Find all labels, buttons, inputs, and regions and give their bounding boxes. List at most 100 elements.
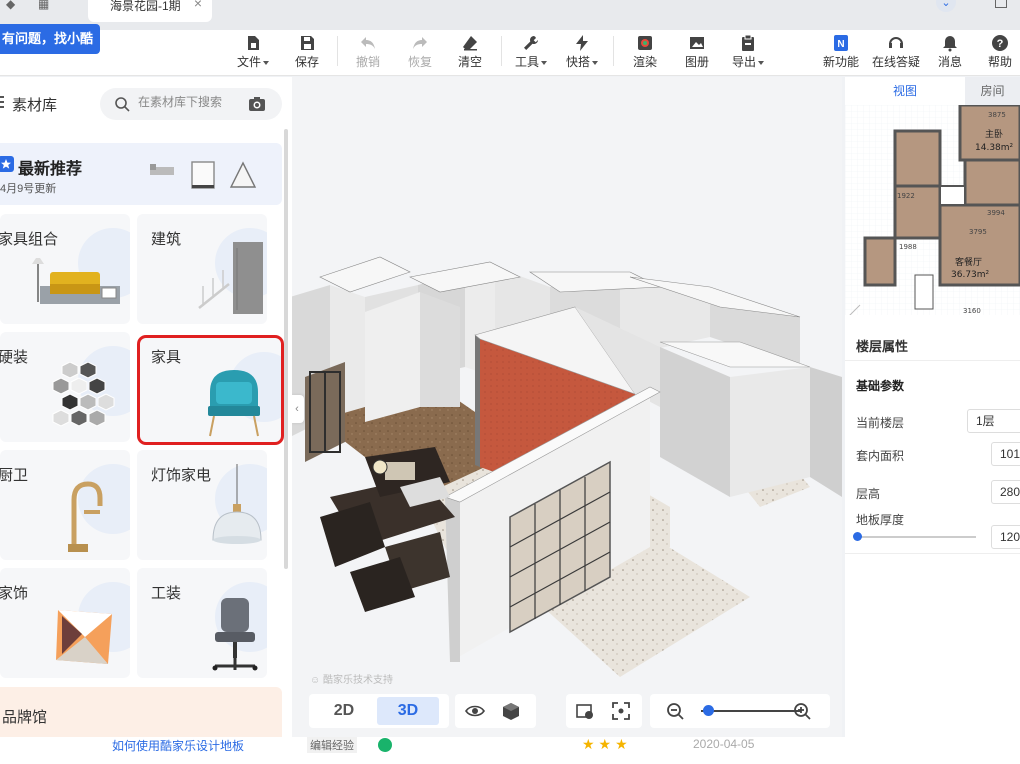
zoom-in-icon[interactable] bbox=[792, 701, 812, 721]
close-icon[interactable]: × bbox=[194, 0, 202, 10]
current-floor-label: 当前楼层 bbox=[856, 416, 905, 430]
window-icon[interactable] bbox=[995, 0, 1007, 8]
search-icon[interactable] bbox=[114, 96, 130, 112]
camera-settings-icon[interactable] bbox=[575, 701, 595, 721]
mode-2d-button[interactable]: 2D bbox=[313, 697, 375, 725]
category-kitchen-bath[interactable]: 厨卫 bbox=[0, 450, 130, 560]
question-icon: ? bbox=[992, 35, 1008, 51]
3d-viewport[interactable]: ☺ 酷家乐技术支持 ‹ bbox=[290, 77, 842, 737]
category-home-decor[interactable]: 家饰 bbox=[0, 568, 130, 678]
new-feature-label: 新功能 bbox=[822, 55, 859, 69]
thickness-field[interactable]: 120 bbox=[991, 525, 1020, 549]
menu-icon[interactable] bbox=[0, 96, 4, 108]
camera-icon[interactable] bbox=[248, 96, 266, 112]
armchair-icon bbox=[208, 370, 260, 437]
help-label: 帮助 bbox=[987, 55, 1012, 69]
current-floor-select[interactable]: 1层 bbox=[967, 409, 1020, 433]
cube-icon[interactable] bbox=[501, 701, 521, 721]
door-stairs-icon bbox=[198, 242, 263, 314]
help-banner[interactable]: 有问题，找小酷 bbox=[0, 24, 100, 54]
article-tag: 编辑经验 bbox=[307, 737, 357, 753]
eye-icon[interactable] bbox=[465, 701, 485, 721]
library-header: 素材库 bbox=[0, 77, 292, 129]
rating-stars: ★★★ bbox=[582, 736, 632, 752]
star-badge-icon bbox=[0, 156, 14, 172]
recommend-card[interactable]: 最新推荐 4月9号更新 bbox=[0, 143, 282, 205]
floor-props-header: 楼层属性 bbox=[845, 327, 1020, 361]
frame-thumb-icon bbox=[191, 161, 215, 189]
chevron-down-icon[interactable]: ⌄ bbox=[936, 0, 956, 12]
shortcut-label: 快搭 bbox=[565, 55, 590, 69]
zoom-slider-track[interactable] bbox=[701, 710, 801, 712]
tab-view[interactable]: 视图 bbox=[865, 77, 945, 105]
3d-floorplan-render bbox=[290, 256, 842, 677]
view-mode-toggle: 2D 3D bbox=[309, 694, 449, 728]
online-help-label: 在线答疑 bbox=[871, 55, 920, 69]
category-furniture-set[interactable]: 家具组合 bbox=[0, 214, 130, 324]
collapse-panel-handle[interactable]: ‹ bbox=[290, 395, 304, 423]
image-icon bbox=[690, 37, 704, 49]
area-field[interactable]: 101 bbox=[991, 442, 1020, 466]
zoom-slider-knob[interactable] bbox=[703, 705, 714, 716]
category-commercial[interactable]: 工装 bbox=[137, 568, 267, 678]
clear-button[interactable]: 清空 bbox=[446, 32, 494, 70]
grid-icon[interactable]: ▦ bbox=[38, 0, 49, 11]
undo-icon bbox=[361, 37, 375, 49]
new-feature-button[interactable]: N 新功能 bbox=[817, 32, 865, 70]
redo-label: 恢复 bbox=[407, 55, 432, 69]
library-scrollbar[interactable] bbox=[284, 129, 288, 569]
article-link[interactable]: 如何使用酷家乐设计地板 bbox=[112, 737, 244, 754]
category-lighting-appliance[interactable]: 灯饰家电 bbox=[137, 450, 267, 560]
tools-button[interactable]: 工具 bbox=[507, 32, 555, 70]
clear-label: 清空 bbox=[457, 55, 482, 69]
brand-hall[interactable]: 品牌馆 bbox=[0, 687, 282, 743]
recommend-date: 4月9号更新 bbox=[0, 183, 57, 195]
fit-screen-icon[interactable] bbox=[611, 701, 631, 721]
height-field[interactable]: 280 bbox=[991, 480, 1020, 504]
help-button[interactable]: ? 帮助 bbox=[976, 32, 1020, 70]
floorplan-minimap[interactable]: 主卧 14.38m² 客餐厅 36.73m² 3875 1922 3994 19… bbox=[845, 105, 1020, 315]
online-help-button[interactable]: 在线答疑 bbox=[868, 32, 924, 70]
category-label: 家具 bbox=[151, 349, 182, 366]
undo-label: 撤销 bbox=[355, 55, 380, 69]
render-button[interactable]: 渲染 bbox=[621, 32, 669, 70]
right-panel: 视图 房间 主卧 14.38m² 客餐厅 36.73m² 3875 1922 3… bbox=[845, 77, 1020, 737]
tab-room[interactable]: 房间 bbox=[965, 77, 1020, 105]
verified-icon bbox=[378, 738, 392, 752]
cone-thumb-icon bbox=[229, 161, 257, 188]
category-hard-decor[interactable]: 硬装 bbox=[0, 332, 130, 442]
wrench-icon bbox=[524, 36, 538, 50]
category-label: 硬装 bbox=[0, 349, 29, 366]
browser-tab[interactable]: 海景花园-1期 × bbox=[88, 0, 212, 22]
messages-button[interactable]: 消息 bbox=[926, 32, 974, 70]
thickness-slider-knob[interactable] bbox=[853, 532, 862, 541]
file-button[interactable]: 文件 bbox=[229, 32, 277, 70]
office-chair-icon bbox=[212, 598, 258, 671]
library-search[interactable] bbox=[100, 88, 282, 120]
main-toolbar: 文件 保存 撤销 恢复 清空 工具 快搭 渲染 图册 导出 N 新功能 在线答疑… bbox=[0, 30, 1020, 76]
redo-button[interactable]: 恢复 bbox=[396, 32, 444, 70]
material-library-panel: 素材库 最新推荐 4月9号更新 家具组合 建筑 硬装 bbox=[0, 77, 292, 743]
svg-text:N: N bbox=[837, 39, 844, 50]
svg-text:?: ? bbox=[997, 38, 1004, 50]
shortcut-button[interactable]: 快搭 bbox=[558, 32, 606, 70]
thickness-slider-track[interactable] bbox=[856, 536, 976, 538]
room1-name: 主卧 bbox=[985, 128, 1003, 140]
export-button[interactable]: 导出 bbox=[724, 32, 772, 70]
undo-button[interactable]: 撤销 bbox=[344, 32, 392, 70]
tab-title: 海景花园-1期 bbox=[110, 0, 181, 13]
sofa-thumb-icon bbox=[150, 164, 174, 175]
zoom-out-icon[interactable] bbox=[665, 701, 685, 721]
sofa-icon bbox=[32, 258, 120, 304]
right-panel-tabs: 视图 房间 bbox=[845, 77, 1020, 105]
camera-tools-bar bbox=[566, 694, 642, 728]
back-icon[interactable]: ◆ bbox=[6, 0, 15, 11]
category-architecture[interactable]: 建筑 bbox=[137, 214, 267, 324]
save-button[interactable]: 保存 bbox=[283, 32, 331, 70]
dim-label: 3875 bbox=[988, 111, 1006, 119]
category-furniture[interactable]: 家具 bbox=[140, 338, 281, 442]
mode-3d-button[interactable]: 3D bbox=[377, 697, 439, 725]
search-input[interactable] bbox=[138, 95, 230, 109]
file-label: 文件 bbox=[236, 55, 261, 69]
album-button[interactable]: 图册 bbox=[673, 32, 721, 70]
